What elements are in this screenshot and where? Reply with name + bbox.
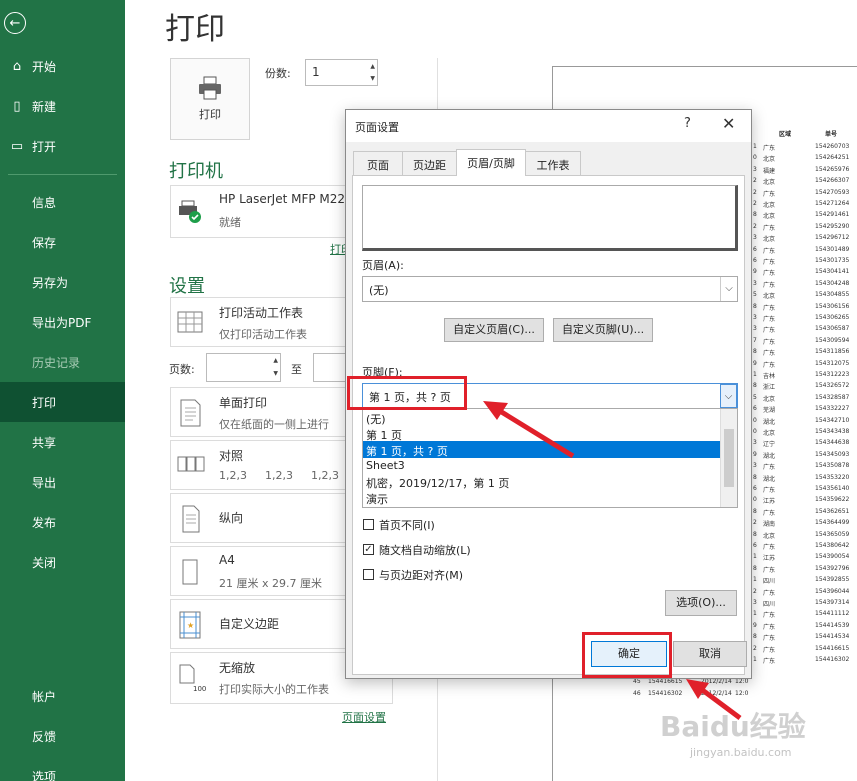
arrow-head-icon xyxy=(483,401,508,420)
baidu-watermark-url: jingyan.baidu.com xyxy=(690,746,792,759)
arrow-head-icon xyxy=(686,679,709,699)
arrow-to-footer-icon xyxy=(493,405,575,459)
baidu-watermark: Baidu经验 xyxy=(660,710,806,743)
annotation-arrows xyxy=(483,401,742,721)
tab-header-footer[interactable]: 页眉/页脚 xyxy=(456,149,526,176)
